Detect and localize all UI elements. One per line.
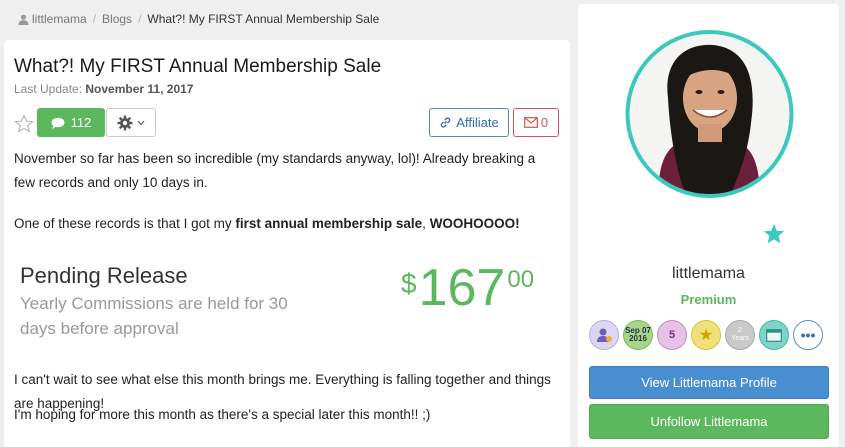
membership-level: Premium: [680, 292, 737, 307]
link-icon: [441, 117, 451, 128]
bold-text: first annual membership sale: [235, 216, 423, 231]
user-icon: [18, 14, 29, 25]
premium-star-icon: [760, 220, 788, 247]
post-paragraph: I'm hoping for more this month as there'…: [14, 407, 431, 422]
breadcrumb-current: What?! My FIRST Annual Membership Sale: [147, 12, 380, 26]
amount-whole: 167: [418, 259, 506, 317]
envelope-icon: [523, 117, 538, 128]
breadcrumb: littlemama / Blogs / What?! My FIRST Ann…: [18, 12, 379, 26]
breadcrumb-blogs-link[interactable]: Blogs: [102, 12, 132, 26]
settings-dropdown-button[interactable]: [106, 108, 156, 137]
comment-icon: [51, 117, 65, 129]
profile-username[interactable]: littlemama: [578, 265, 839, 283]
favorite-star-icon[interactable]: [14, 114, 34, 134]
post-paragraph: November so far has been so incredible (…: [14, 151, 536, 190]
last-update: Last Update: November 11, 2017: [14, 82, 193, 96]
pending-release-title: Pending Release: [20, 263, 188, 288]
join-date-badge[interactable]: Sep 07 2016: [623, 320, 653, 350]
window-glyph: [766, 328, 782, 342]
gear-icon: [117, 115, 133, 130]
pending-release-subtitle: Yearly Commissions are held for 30 days …: [20, 294, 288, 338]
message-count: 0: [540, 115, 549, 130]
more-badges-button[interactable]: •••: [793, 320, 823, 350]
post-title: What?! My FIRST Annual Membership Sale: [14, 56, 382, 77]
breadcrumb-user-link[interactable]: littlemama: [32, 12, 87, 26]
amount-cents: 00: [507, 266, 535, 293]
breadcrumb-separator: /: [138, 12, 142, 26]
view-profile-button[interactable]: View Littlemama Profile: [589, 366, 829, 399]
user-badge-icon[interactable]: [589, 320, 619, 350]
chevron-down-icon: [137, 120, 145, 125]
avatar[interactable]: [588, 28, 831, 200]
last-update-label: Last Update:: [14, 82, 83, 96]
user-badge-glyph: [597, 328, 612, 342]
badge-text: •••: [800, 327, 816, 343]
unfollow-button[interactable]: Unfollow Littlemama: [589, 404, 829, 439]
badge-text: 2: [738, 327, 742, 334]
years-badge[interactable]: 2 Years: [725, 320, 755, 350]
blog-post-card: What?! My FIRST Annual Membership Sale L…: [4, 40, 570, 447]
comments-button[interactable]: 112: [37, 108, 105, 137]
comment-count: 112: [70, 115, 92, 130]
paragraph-text: ,: [422, 216, 430, 231]
affiliate-label: Affiliate: [456, 115, 499, 130]
badge-text: 2016: [629, 334, 647, 343]
badge-text: 5: [668, 329, 676, 341]
paragraph-text: One of these records is that I got my: [14, 216, 236, 231]
breadcrumb-separator: /: [92, 12, 97, 26]
currency-symbol: $: [401, 268, 417, 299]
last-update-date: November 11, 2017: [85, 82, 194, 96]
affiliate-button[interactable]: Affiliate: [429, 108, 509, 137]
profile-sidebar: littlemama Premium Sep 07 2016 5 ★ 2 Yea…: [578, 4, 839, 447]
star-badge[interactable]: ★: [691, 320, 721, 350]
badge-text: Years: [731, 335, 749, 342]
badge-list: Sep 07 2016 5 ★ 2 Years •••: [589, 320, 823, 350]
message-button[interactable]: 0: [513, 108, 559, 137]
rank-badge[interactable]: 5: [657, 320, 687, 350]
bold-text: WOOHOOOO!: [429, 216, 520, 231]
post-paragraph: One of these records is that I got my fi…: [14, 212, 559, 236]
window-badge-icon[interactable]: [759, 320, 789, 350]
commission-amount: $ 167 00: [401, 260, 534, 316]
badge-text: ★: [698, 327, 714, 344]
